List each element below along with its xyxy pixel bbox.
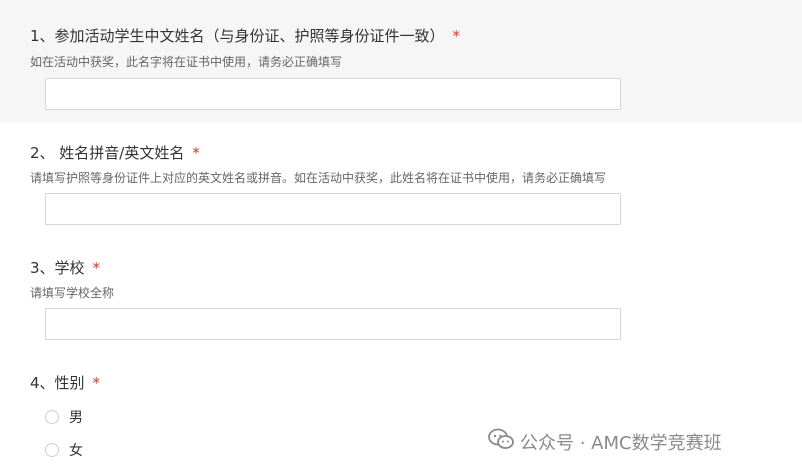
watermark-text: 公众号 · AMC数学竞赛班: [520, 432, 722, 454]
required-mark: *: [192, 144, 200, 162]
question-2-title: 2、 姓名拼音/英文姓名 *: [30, 142, 200, 163]
question-4: 4、性别 * 男 女: [0, 354, 802, 475]
question-3-title-text: 3、学校: [30, 259, 85, 277]
required-mark: *: [92, 374, 101, 392]
school-input[interactable]: [45, 308, 621, 340]
question-1: 1、参加活动学生中文姓名（与身份证、护照等身份证件一致） * 如在活动中获奖，此名…: [0, 0, 802, 122]
question-2-title-text: 2、 姓名拼音/英文姓名: [30, 144, 185, 162]
question-4-title: 4、性别 *: [30, 372, 100, 393]
question-1-title: 1、参加活动学生中文姓名（与身份证、护照等身份证件一致） *: [30, 25, 460, 46]
gender-option-female[interactable]: 女: [45, 440, 83, 460]
question-1-hint: 如在活动中获奖，此名字将在证书中使用，请务必正确填写: [30, 55, 343, 69]
question-3: 3、学校 * 请填写学校全称: [0, 238, 802, 354]
chinese-name-input[interactable]: [45, 78, 621, 110]
radio-button[interactable]: [45, 443, 59, 457]
required-mark: *: [452, 27, 461, 45]
question-3-hint: 请填写学校全称: [30, 286, 115, 300]
watermark: 公众号 · AMC数学竞赛班: [488, 428, 722, 455]
question-2-hint: 请填写护照等身份证件上对应的英文姓名或拼音。如在活动中获奖，此姓名将在证书中使用…: [30, 171, 607, 185]
required-mark: *: [92, 259, 101, 277]
option-label: 男: [69, 410, 83, 426]
option-label: 女: [69, 443, 83, 459]
question-4-title-text: 4、性别: [30, 374, 85, 392]
gender-option-male[interactable]: 男: [45, 407, 83, 427]
question-3-title: 3、学校 *: [30, 257, 100, 278]
wechat-icon: [488, 428, 514, 455]
question-2: 2、 姓名拼音/英文姓名 * 请填写护照等身份证件上对应的英文姓名或拼音。如在活动…: [0, 122, 802, 238]
question-1-title-text: 1、参加活动学生中文姓名（与身份证、护照等身份证件一致）: [30, 27, 445, 45]
radio-button[interactable]: [45, 410, 59, 424]
english-name-input[interactable]: [45, 193, 621, 225]
